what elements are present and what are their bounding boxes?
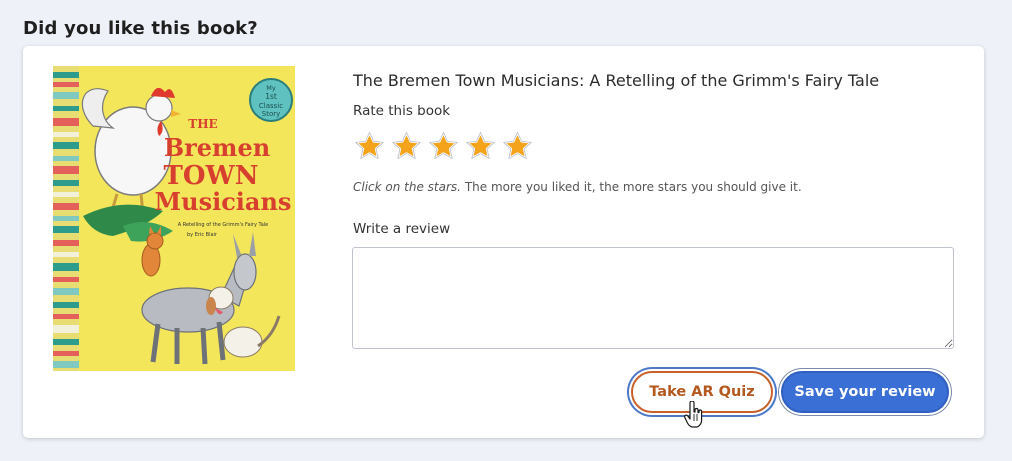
cover-badge-line1: My (266, 84, 276, 92)
cover-spine-stripes (53, 66, 79, 371)
review-label: Write a review (353, 221, 451, 237)
star-2-icon[interactable] (390, 130, 423, 163)
save-review-button[interactable]: Save your review (781, 371, 949, 413)
review-card: My 1st Classic Story THE Bremen TOWN Mus… (23, 46, 984, 438)
rate-label: Rate this book (353, 103, 451, 119)
review-textarea[interactable] (352, 247, 954, 349)
star-5-icon[interactable] (501, 130, 534, 163)
rating-hint: Click on the stars. The more you liked i… (353, 180, 802, 194)
section-title: Did you like this book? (23, 18, 258, 39)
cover-badge-line2: 1st (265, 92, 277, 101)
star-rating (353, 130, 534, 163)
cover-badge-line4: Story (262, 110, 281, 118)
book-title: The Bremen Town Musicians: A Retelling o… (353, 71, 880, 90)
cover-badge: My 1st Classic Story (249, 78, 293, 122)
star-3-icon[interactable] (427, 130, 460, 163)
star-1-icon[interactable] (353, 130, 386, 163)
book-cover: My 1st Classic Story THE Bremen TOWN Mus… (53, 66, 295, 371)
cover-subtitle: A Retelling of the Grimm's Fairy Tale (178, 222, 269, 228)
cover-title-the: THE (188, 117, 217, 131)
star-4-icon[interactable] (464, 130, 497, 163)
cover-title-musicians: Musicians (155, 187, 292, 216)
rating-hint-text: The more you liked it, the more stars yo… (461, 180, 802, 194)
cover-badge-line3: Classic (259, 102, 283, 110)
take-ar-quiz-button[interactable]: Take AR Quiz (631, 371, 773, 413)
rating-hint-emphasis: Click on the stars. (353, 180, 461, 194)
cover-author: by Eric Blair (187, 232, 218, 238)
cover-title-bremen: Bremen (164, 133, 270, 162)
